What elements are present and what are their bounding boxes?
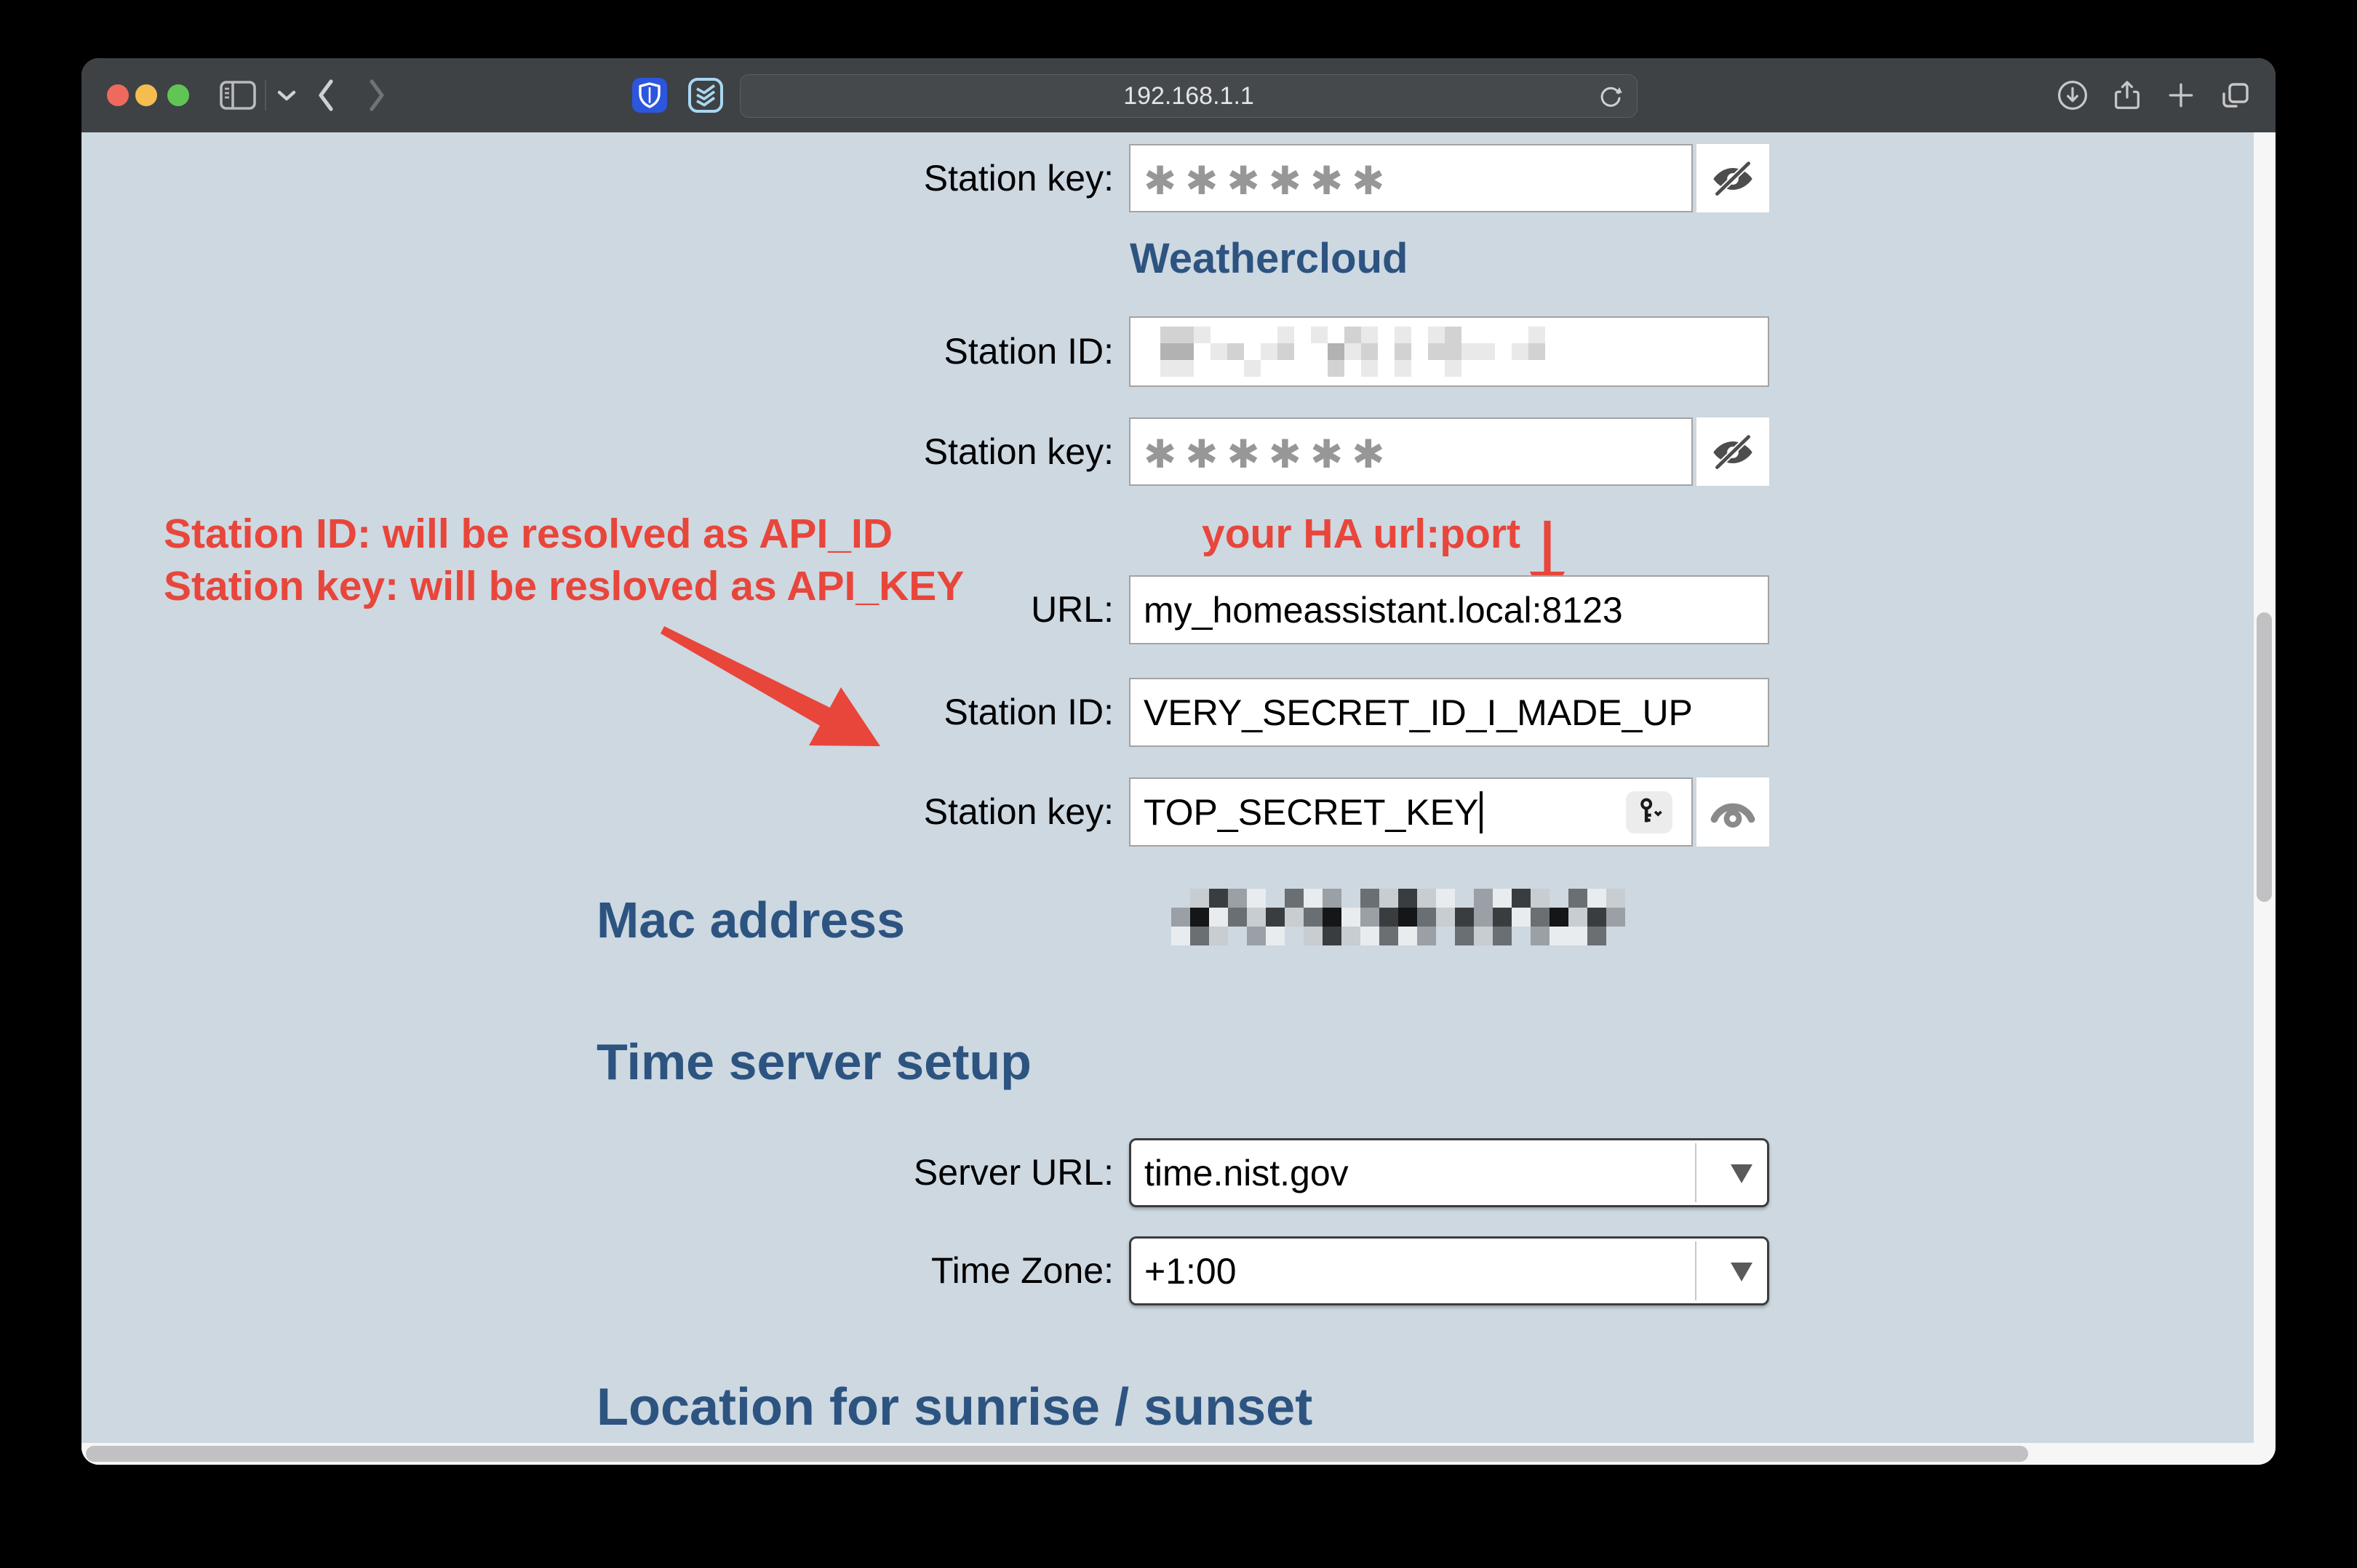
horizontal-scrollbar-thumb[interactable] [86,1446,2028,1462]
location-heading: Location for sunrise / sunset [597,1377,1312,1437]
share-button[interactable] [2109,58,2145,132]
url-value: my_homeassistant.local:8123 [1144,589,1623,631]
weathercloud-heading: Weathercloud [1130,234,1408,283]
reload-button[interactable] [1596,81,1625,111]
password-autofill-button[interactable] [1626,791,1672,833]
ha-station-key-input[interactable]: TOP_SECRET_KEY [1129,777,1693,847]
ha-station-id-label: Station ID: [532,678,1114,747]
shield-icon [631,77,668,113]
url-label: URL: [532,575,1114,644]
chevron-right-icon [364,77,389,113]
server-url-label: Server URL: [532,1138,1114,1207]
sidebar-toggle-button[interactable] [215,58,260,132]
ha-station-id-value: VERY_SECRET_ID_I_MADE_UP [1144,692,1693,734]
toolbar-separator [265,80,266,111]
tab-overview-button[interactable] [2216,58,2255,132]
triangle-down-icon [1726,1257,1757,1286]
ha-station-key-reveal-button[interactable] [1696,777,1769,847]
time-zone-label: Time Zone: [532,1236,1114,1305]
station-key-top-input[interactable]: ✱✱✱✱✱✱ [1129,144,1693,212]
ha-station-key-label: Station key: [532,777,1114,847]
stacked-chevrons-icon [687,77,724,113]
address-text: 192.168.1.1 [1123,82,1254,111]
station-key-top-reveal-button[interactable] [1696,144,1769,212]
plus-icon [2165,79,2197,111]
reload-icon [1596,81,1625,111]
horizontal-scrollbar-track[interactable] [81,1443,2276,1465]
mac-address-heading: Mac address [597,891,905,949]
weathercloud-station-id-label: Station ID: [532,316,1114,387]
time-zone-select[interactable]: +1:00 [1129,1236,1769,1305]
extension-bitwarden-button[interactable] [631,58,668,132]
triangle-down-icon [1726,1159,1757,1188]
annotation-line-1: Station ID: will be resolved as API_ID [164,508,964,560]
redacted-mac-address [1171,889,1625,945]
sidebar-menu-chevron[interactable] [272,58,301,132]
eye-icon [1707,791,1758,834]
share-icon [2110,79,2144,112]
vertical-scrollbar-track[interactable] [2254,132,2276,1443]
ha-station-key-value: TOP_SECRET_KEY [1144,791,1478,833]
redacted-station-id [1144,327,1579,377]
browser-window: 192.168.1.1 [81,58,2276,1465]
eye-slash-icon [1709,431,1757,472]
annotation-ha-url: your HA url:port [1202,508,1520,560]
weathercloud-station-key-label: Station key: [532,417,1114,486]
extension-chevrons-button[interactable] [687,58,724,132]
page-content: Station key: ✱✱✱✱✱✱ Weathercloud Station… [81,132,2254,1443]
download-icon [2056,79,2089,112]
dropdown-arrow [1713,1239,1769,1303]
text-cursor [1480,791,1483,833]
zoom-window-button[interactable] [167,84,189,106]
screen: 192.168.1.1 [0,0,2357,1568]
server-url-value: time.nist.gov [1144,1152,1349,1194]
sidebar-icon [219,79,257,111]
key-icon [1632,796,1666,829]
server-url-select[interactable]: time.nist.gov [1129,1138,1769,1207]
address-bar[interactable]: 192.168.1.1 [740,74,1638,118]
dropdown-divider [1695,1143,1696,1202]
forward-button[interactable] [359,58,394,132]
tabs-icon [2218,78,2253,113]
downloads-button[interactable] [2054,58,2091,132]
chevron-down-icon [276,89,297,102]
vertical-scrollbar-thumb[interactable] [2257,612,2272,902]
weathercloud-station-key-reveal-button[interactable] [1696,417,1769,486]
chevron-left-icon [314,77,338,113]
ha-station-id-input[interactable]: VERY_SECRET_ID_I_MADE_UP [1129,678,1769,747]
time-zone-value: +1:00 [1144,1250,1237,1292]
dropdown-divider [1695,1241,1696,1300]
weathercloud-station-key-input[interactable]: ✱✱✱✱✱✱ [1129,417,1693,486]
close-window-button[interactable] [107,84,129,106]
masked-password-text: ✱✱✱✱✱✱ [1144,427,1393,477]
masked-password-text: ✱✱✱✱✱✱ [1144,153,1393,204]
weathercloud-station-id-input[interactable] [1129,316,1769,387]
browser-toolbar: 192.168.1.1 [81,58,2276,134]
dropdown-arrow [1713,1140,1769,1205]
url-input[interactable]: my_homeassistant.local:8123 [1129,575,1769,644]
time-server-heading: Time server setup [597,1033,1032,1091]
station-key-top-label: Station key: [532,144,1114,212]
back-button[interactable] [308,58,343,132]
new-tab-button[interactable] [2163,58,2199,132]
minimize-window-button[interactable] [135,84,157,106]
eye-slash-icon [1709,158,1757,199]
